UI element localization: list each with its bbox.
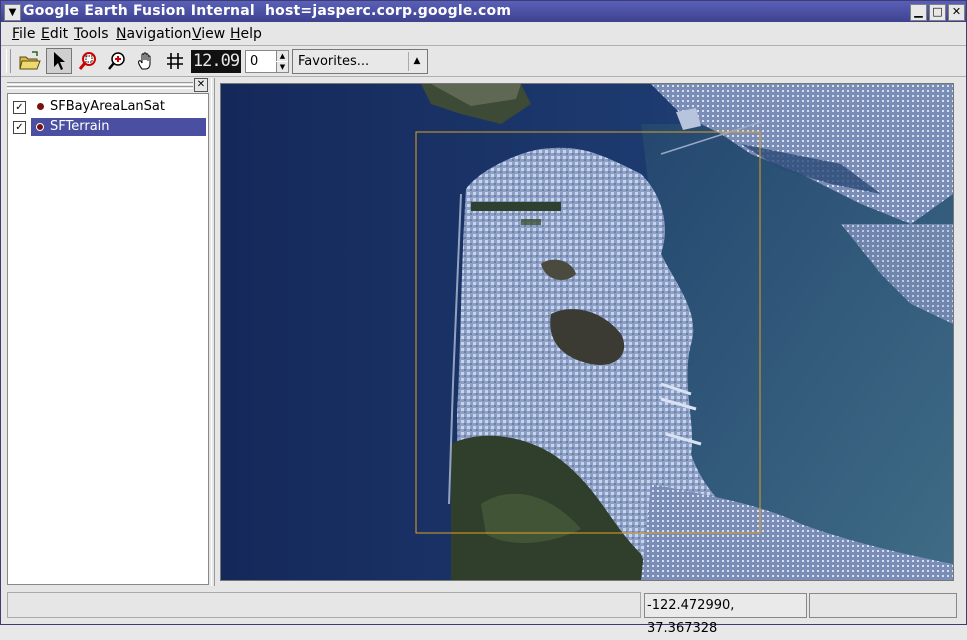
layer-dot-icon <box>36 123 44 131</box>
status-coordinates: -122.472990, 37.367328 <box>644 593 807 636</box>
zoom-level-display: 12.09 <box>191 50 241 73</box>
menu-bar: File Edit Tools Navigation View Help <box>1 23 966 45</box>
layer-item[interactable]: SFBayAreaLanSat <box>31 98 206 116</box>
open-folder-icon[interactable] <box>17 48 43 74</box>
menu-navigation[interactable]: Navigation <box>116 26 192 42</box>
map-view[interactable] <box>220 83 954 581</box>
layer-row[interactable]: ✓ SFTerrain <box>8 117 208 137</box>
status-message <box>7 592 641 618</box>
menu-help[interactable]: Help <box>230 26 262 42</box>
layer-item-selected[interactable]: SFTerrain <box>31 118 206 136</box>
spin-down-icon[interactable]: ▼ <box>276 62 288 72</box>
favorites-dropdown[interactable]: Favorites... ▲ <box>292 49 428 74</box>
pan-hand-icon[interactable] <box>133 48 159 74</box>
menu-view[interactable]: View <box>192 26 225 42</box>
layer-label: SFBayAreaLanSat <box>50 99 165 114</box>
select-arrow-icon[interactable] <box>46 48 72 74</box>
grid-icon[interactable] <box>162 48 188 74</box>
dropdown-arrows-icon: ▲ <box>408 52 425 71</box>
status-extra <box>809 593 957 618</box>
status-bar: -122.472990, 37.367328 <box>1 588 966 636</box>
level-spinbox[interactable]: 0 ▲ ▼ <box>245 50 289 73</box>
layer-row[interactable]: ✓ SFBayAreaLanSat <box>8 97 208 117</box>
layer-panel-header[interactable] <box>7 78 207 92</box>
close-button[interactable]: ✕ <box>948 4 965 21</box>
toolbar-grip[interactable] <box>6 49 11 73</box>
main-window: ▼ Google Earth Fusion Internal host=jasp… <box>0 0 967 636</box>
layer-checkbox[interactable]: ✓ <box>13 121 26 134</box>
menu-edit[interactable]: Edit <box>41 26 68 42</box>
minimize-button[interactable]: ▁ <box>910 4 927 21</box>
menu-file[interactable]: File <box>12 26 35 42</box>
toolbar-separator <box>1 76 966 77</box>
layer-checkbox[interactable]: ✓ <box>13 101 26 114</box>
satellite-image <box>221 84 953 580</box>
panel-grip-line <box>7 86 193 89</box>
window-menu-icon[interactable]: ▼ <box>4 4 21 21</box>
maximize-button[interactable]: □ <box>929 4 946 21</box>
zoom-box-icon[interactable] <box>75 48 101 74</box>
layer-dot-icon <box>37 103 44 110</box>
favorites-label: Favorites... <box>298 54 370 69</box>
panel-grip-line <box>7 82 193 85</box>
spin-up-icon[interactable]: ▲ <box>276 51 288 61</box>
layer-label: SFTerrain <box>50 119 110 134</box>
menu-tools[interactable]: Tools <box>74 26 109 42</box>
toolbar: 12.09 0 ▲ ▼ Favorites... ▲ <box>1 46 966 76</box>
title-bar[interactable]: ▼ Google Earth Fusion Internal host=jasp… <box>1 1 966 22</box>
level-spin-value: 0 <box>250 54 259 69</box>
panel-splitter[interactable] <box>211 78 215 586</box>
panel-close-icon[interactable]: ✕ <box>194 78 208 92</box>
window-title: Google Earth Fusion Internal host=jasper… <box>23 3 512 19</box>
zoom-in-icon[interactable] <box>104 48 130 74</box>
layer-list[interactable]: ✓ SFBayAreaLanSat ✓ SFTerrain <box>7 93 209 585</box>
